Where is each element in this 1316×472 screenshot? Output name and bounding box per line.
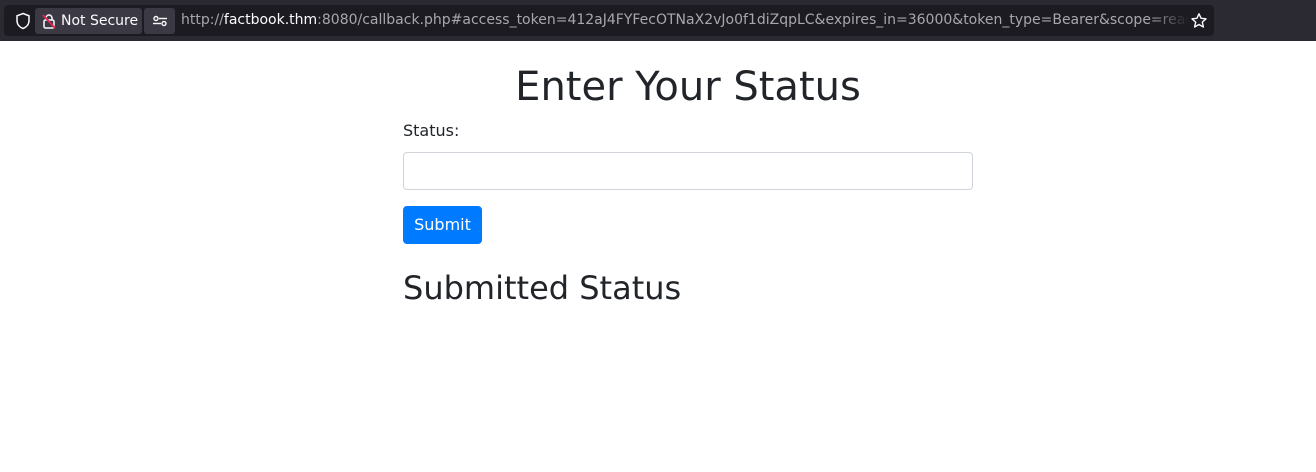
insecure-lock-icon: [42, 13, 56, 29]
url-path: :8080/callback.php#access_token=412aJ4FY…: [317, 12, 1189, 28]
browser-toolbar: Not Secure http://factbook.thm:8080/call…: [0, 0, 1316, 41]
not-secure-indicator[interactable]: Not Secure: [35, 8, 142, 34]
submitted-status-heading: Submitted Status: [403, 269, 682, 307]
submit-button[interactable]: Submit: [403, 206, 482, 244]
bookmark-star-icon[interactable]: [1188, 10, 1210, 32]
url-text[interactable]: http://factbook.thm:8080/callback.php#ac…: [181, 5, 1189, 36]
status-form-container: Enter Your Status Status: Submit Submitt…: [403, 41, 973, 308]
address-bar[interactable]: Not Secure http://factbook.thm:8080/call…: [4, 5, 1214, 36]
url-prefix: http://: [181, 12, 224, 28]
shield-icon[interactable]: [12, 11, 34, 31]
status-label: Status:: [403, 121, 460, 140]
not-secure-label: Not Secure: [61, 13, 139, 29]
permissions-icon[interactable]: [144, 8, 175, 34]
page-title: Enter Your Status: [515, 64, 861, 110]
url-host: factbook.thm: [223, 12, 318, 28]
status-input[interactable]: [403, 152, 973, 190]
